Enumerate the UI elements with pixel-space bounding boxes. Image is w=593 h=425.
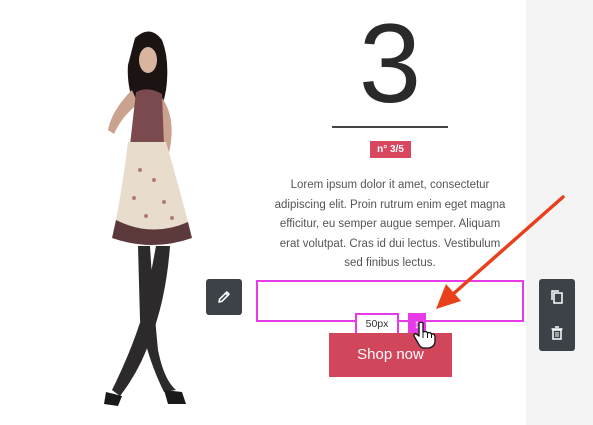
copy-icon — [551, 290, 563, 304]
description-text: Lorem ipsum dolor it amet, consectetur a… — [274, 179, 506, 269]
editor-side-panel — [526, 0, 593, 425]
delete-block-button[interactable] — [539, 315, 575, 351]
duplicate-block-button[interactable] — [539, 279, 575, 315]
step-badge: n° 3/5 — [370, 141, 411, 158]
trash-icon — [551, 326, 563, 340]
block-tools-panel — [539, 279, 575, 351]
editor-canvas: 3 n° 3/5 Lorem ipsum dolor it amet, cons… — [0, 0, 526, 425]
hand-pointer-icon — [413, 321, 436, 349]
title-divider — [332, 126, 448, 128]
spacer-size-label: 50px — [355, 313, 399, 335]
pencil-icon — [218, 291, 230, 303]
fashion-model-image — [104, 31, 192, 406]
edit-block-button[interactable] — [206, 279, 242, 315]
step-number: 3 — [358, 1, 422, 126]
